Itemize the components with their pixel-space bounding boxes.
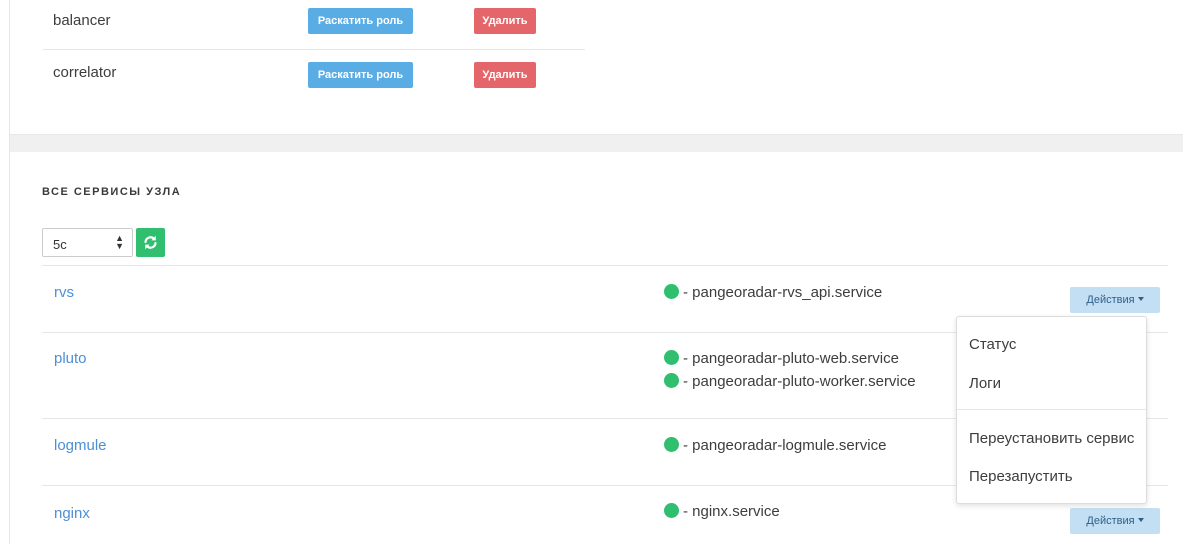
service-unit: - pangeoradar-pluto-web.service (664, 350, 899, 370)
service-name-link[interactable]: rvs (54, 284, 74, 301)
service-name-link[interactable]: pluto (54, 350, 87, 367)
actions-label: Действия (1086, 515, 1135, 527)
section-title: ВСЕ СЕРВИСЫ УЗЛА (42, 186, 182, 198)
role-name: balancer (53, 12, 111, 29)
select-arrows-icon: ▲ ▼ (115, 233, 124, 251)
actions-dropdown-button[interactable]: Действия (1070, 287, 1160, 313)
service-unit: - nginx.service (664, 503, 780, 523)
role-row: correlator Раскатить роль Удалить (43, 50, 585, 96)
actions-dropdown-button[interactable]: Действия (1070, 508, 1160, 534)
interval-value: 5с (53, 237, 67, 252)
unit-label: - nginx.service (683, 503, 780, 520)
role-row: balancer Раскатить роль Удалить (43, 0, 585, 50)
status-dot-icon (664, 284, 679, 299)
roles-card: balancer Раскатить роль Удалить correlat… (10, 0, 1183, 134)
service-unit: - pangeoradar-logmule.service (664, 437, 886, 457)
refresh-interval-select[interactable]: 5с ▲ ▼ (42, 228, 133, 257)
menu-item-status[interactable]: Статус (969, 336, 1016, 353)
menu-item-restart[interactable]: Перезапустить (969, 468, 1073, 485)
caret-down-icon (1137, 518, 1144, 522)
menu-item-logs[interactable]: Логи (969, 375, 1001, 392)
service-unit: - pangeoradar-pluto-worker.service (664, 373, 916, 393)
delete-role-button[interactable]: Удалить (474, 62, 536, 88)
status-dot-icon (664, 350, 679, 365)
section-separator (10, 134, 1183, 152)
unit-label: - pangeoradar-rvs_api.service (683, 284, 883, 301)
service-unit: - pangeoradar-rvs_api.service (664, 284, 882, 304)
service-name-link[interactable]: nginx (54, 505, 90, 522)
actions-dropdown-menu: Статус Логи Переустановить сервис Переза… (956, 316, 1147, 504)
role-name: correlator (53, 64, 117, 81)
status-dot-icon (664, 373, 679, 388)
refresh-button[interactable] (136, 228, 165, 257)
deploy-role-button[interactable]: Раскатить роль (308, 8, 413, 34)
status-dot-icon (664, 437, 679, 452)
caret-down-icon (1137, 297, 1144, 301)
unit-label: - pangeoradar-logmule.service (683, 437, 887, 454)
deploy-role-button[interactable]: Раскатить роль (308, 62, 413, 88)
unit-label: - pangeoradar-pluto-web.service (683, 350, 899, 367)
actions-label: Действия (1086, 294, 1135, 306)
unit-label: - pangeoradar-pluto-worker.service (683, 373, 916, 390)
refresh-icon (144, 235, 157, 250)
delete-role-button[interactable]: Удалить (474, 8, 536, 34)
service-name-link[interactable]: logmule (54, 437, 107, 454)
menu-divider (957, 409, 1146, 410)
menu-item-reinstall[interactable]: Переустановить сервис (969, 430, 1134, 447)
status-dot-icon (664, 503, 679, 518)
